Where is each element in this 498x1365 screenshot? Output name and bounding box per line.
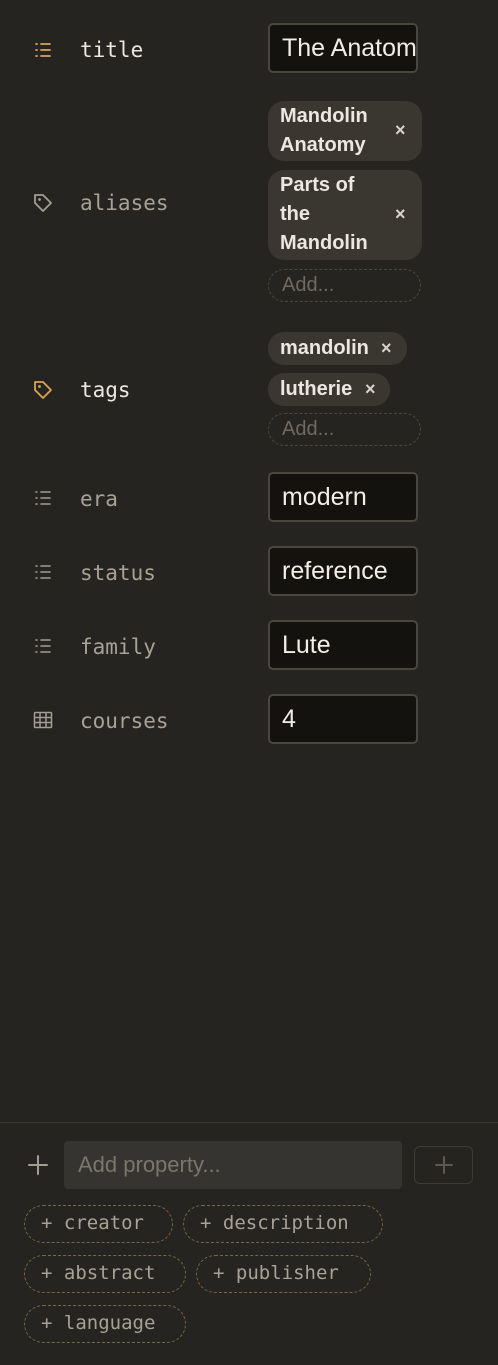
status-value-field[interactable]: reference (268, 546, 418, 596)
property-row-courses: courses 4 (0, 687, 498, 761)
plus-icon: + (200, 1212, 212, 1234)
list-icon (32, 39, 54, 61)
remove-tag-icon[interactable]: × (381, 338, 392, 358)
alias-pill-label: Parts of the Mandolin (280, 174, 368, 254)
tag-pill-label: lutherie (280, 378, 353, 400)
era-value-field[interactable]: modern (268, 472, 418, 522)
list-icon (32, 487, 54, 509)
property-row-era: era modern (0, 465, 498, 539)
property-name-era[interactable]: era (80, 485, 118, 513)
number-grid-icon (32, 709, 54, 731)
add-property-panel: + creator + description + abstract + pub… (0, 1122, 498, 1365)
plus-icon[interactable] (26, 1153, 50, 1177)
add-property-input[interactable] (64, 1141, 402, 1189)
property-name-aliases[interactable]: aliases (80, 189, 169, 217)
plus-icon: + (41, 1312, 53, 1334)
suggestion-label: publisher (235, 1262, 339, 1284)
add-tag-input[interactable]: Add... (268, 413, 421, 446)
alias-pill[interactable]: Mandolin Anatomy × (268, 101, 422, 161)
plus-icon: + (41, 1262, 53, 1284)
courses-value-field[interactable]: 4 (268, 694, 418, 744)
remove-alias-icon[interactable]: × (395, 120, 406, 140)
property-name-family[interactable]: family (80, 633, 156, 661)
list-icon (32, 561, 54, 583)
tag-pill[interactable]: mandolin × (268, 332, 407, 365)
add-alias-input[interactable]: Add... (268, 269, 421, 302)
plus-icon: + (213, 1262, 225, 1284)
remove-alias-icon[interactable]: × (395, 204, 406, 224)
property-name-title[interactable]: title (80, 36, 143, 64)
tag-icon (32, 379, 54, 401)
property-name-status[interactable]: status (80, 559, 156, 587)
suggested-property-language[interactable]: + language (24, 1305, 186, 1343)
suggested-property-abstract[interactable]: + abstract (24, 1255, 186, 1293)
property-row-tags: tags mandolin × lutherie × Add... (0, 315, 498, 465)
list-icon (32, 635, 54, 657)
tag-icon (32, 192, 54, 214)
family-value-field[interactable]: Lute (268, 620, 418, 670)
alias-pill[interactable]: Parts of the Mandolin × (268, 170, 422, 260)
plus-icon: + (41, 1212, 53, 1234)
alias-pill-label: Mandolin Anatomy (280, 105, 368, 156)
property-row-aliases: aliases Mandolin Anatomy × Parts of the … (0, 100, 498, 315)
suggestion-label: abstract (63, 1262, 156, 1284)
property-row-family: family Lute (0, 613, 498, 687)
tag-pill-label: mandolin (280, 337, 369, 359)
property-row-status: status reference (0, 539, 498, 613)
property-row-title: title The Anatomy of the Mandolin (0, 0, 498, 100)
suggestion-label: description (222, 1212, 349, 1234)
plus-icon (434, 1156, 453, 1174)
title-value-field[interactable]: The Anatomy of the Mandolin (268, 23, 418, 73)
tag-pill[interactable]: lutherie × (268, 373, 390, 406)
suggestion-label: language (63, 1312, 156, 1334)
remove-tag-icon[interactable]: × (365, 379, 376, 399)
property-name-tags[interactable]: tags (80, 376, 131, 404)
suggestion-label: creator (63, 1212, 144, 1234)
suggested-property-creator[interactable]: + creator (24, 1205, 173, 1243)
add-property-button[interactable] (414, 1146, 473, 1184)
suggested-property-publisher[interactable]: + publisher (196, 1255, 371, 1293)
property-name-courses[interactable]: courses (80, 707, 169, 735)
suggested-property-description[interactable]: + description (183, 1205, 383, 1243)
